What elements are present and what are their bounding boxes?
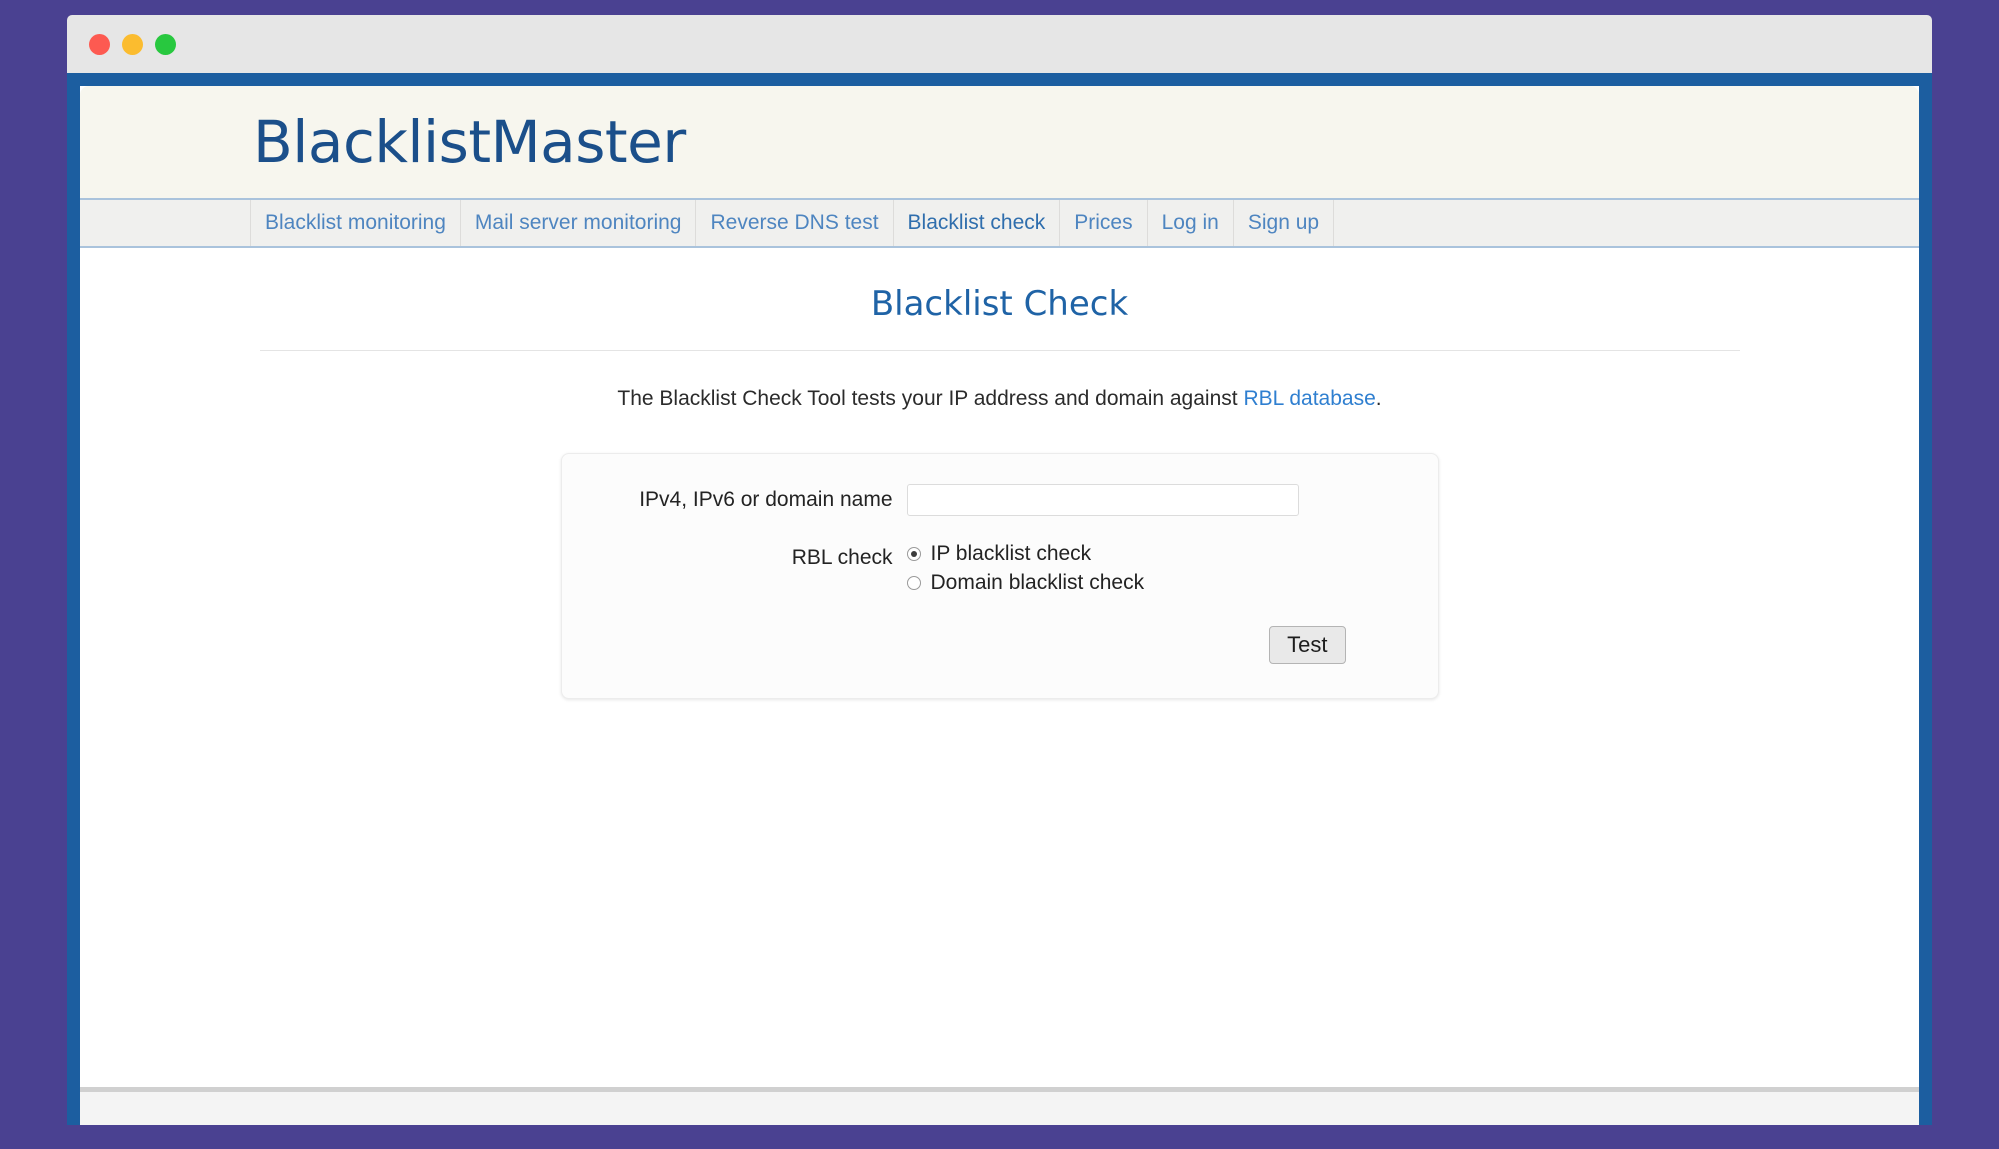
nav-item-log-in[interactable]: Log in — [1148, 200, 1234, 246]
test-submit-button[interactable]: Test — [1269, 626, 1346, 664]
host-input-label: IPv4, IPv6 or domain name — [639, 488, 893, 511]
lead-prefix: The Blacklist Check Tool tests your IP a… — [617, 387, 1244, 410]
browser-titlebar — [67, 15, 1932, 73]
nav-item-reverse-dns-test[interactable]: Reverse DNS test — [696, 200, 894, 246]
host-input-field — [906, 484, 1438, 516]
nav-left-spacer — [80, 200, 251, 246]
page-title: Blacklist Check — [870, 284, 1129, 324]
rbl-check-options: IP blacklist check Domain blacklist chec… — [906, 542, 1438, 600]
rbl-check-label: RBL check — [791, 546, 893, 569]
website-root: BlacklistMaster Blacklist monitoring Mai… — [80, 86, 1919, 1125]
lead-suffix: . — [1375, 387, 1382, 410]
radio-icon-ip-blacklist-check[interactable] — [906, 547, 921, 561]
site-header: BlacklistMaster — [80, 86, 1919, 200]
browser-window: BlacklistMaster Blacklist monitoring Mai… — [67, 15, 1932, 1125]
blacklist-check-form: IPv4, IPv6 or domain name RBL check IP b… — [560, 453, 1439, 699]
brand-logo[interactable]: BlacklistMaster — [253, 113, 686, 171]
close-window-button[interactable] — [89, 33, 110, 55]
radio-option-ip-blacklist-check[interactable]: IP blacklist check — [906, 542, 1438, 566]
page-content: Blacklist Check The Blacklist Check Tool… — [80, 248, 1919, 1123]
maximize-window-button[interactable] — [155, 33, 176, 55]
radio-label-domain-blacklist-check: Domain blacklist check — [930, 571, 1145, 594]
page-lead-text: The Blacklist Check Tool tests your IP a… — [80, 387, 1919, 411]
rbl-check-row: RBL check IP blacklist check Domain blac… — [562, 542, 1438, 600]
page-footer-strip — [80, 1087, 1919, 1125]
browser-viewport: BlacklistMaster Blacklist monitoring Mai… — [67, 73, 1932, 1125]
nav-item-mail-server-monitoring[interactable]: Mail server monitoring — [461, 200, 697, 246]
radio-option-domain-blacklist-check[interactable]: Domain blacklist check — [906, 571, 1438, 595]
main-navigation: Blacklist monitoring Mail server monitor… — [80, 200, 1919, 248]
title-divider — [259, 350, 1740, 351]
minimize-window-button[interactable] — [122, 33, 143, 55]
host-input[interactable] — [906, 484, 1299, 516]
nav-right-spacer — [1334, 200, 1919, 246]
radio-icon-domain-blacklist-check[interactable] — [906, 576, 921, 590]
submit-row: Test — [562, 626, 1438, 664]
rbl-database-link[interactable]: RBL database — [1243, 387, 1375, 410]
nav-item-sign-up[interactable]: Sign up — [1234, 200, 1335, 246]
radio-label-ip-blacklist-check: IP blacklist check — [930, 542, 1092, 565]
nav-item-blacklist-check[interactable]: Blacklist check — [894, 200, 1061, 246]
nav-item-blacklist-monitoring[interactable]: Blacklist monitoring — [251, 200, 461, 246]
nav-item-prices[interactable]: Prices — [1060, 200, 1148, 246]
host-input-row: IPv4, IPv6 or domain name — [562, 484, 1438, 516]
